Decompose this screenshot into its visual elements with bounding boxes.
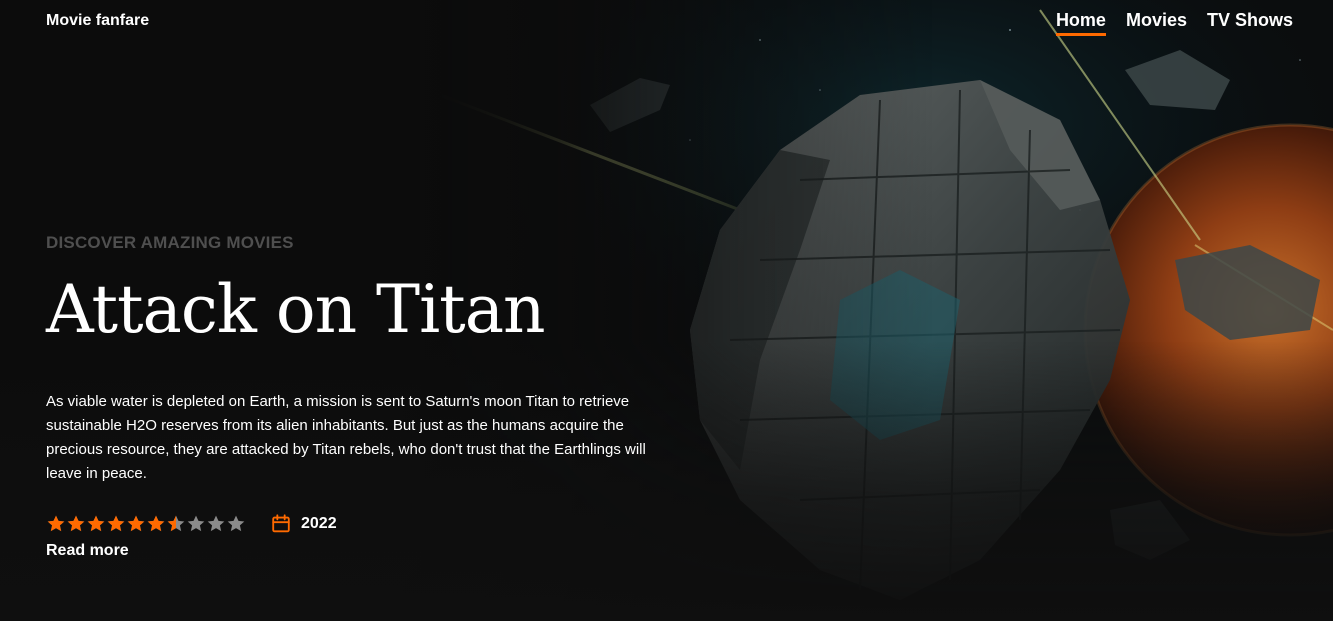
nav-item-home[interactable]: Home xyxy=(1055,10,1106,36)
star-icon xyxy=(126,514,146,534)
star-icon xyxy=(166,514,186,534)
hero-eyebrow: DISCOVER AMAZING MOVIES xyxy=(46,233,294,252)
year-text: 2022 xyxy=(301,515,337,532)
release-year: 2022 xyxy=(270,513,337,535)
movie-description: As viable water is depleted on Earth, a … xyxy=(46,393,646,482)
star-icon xyxy=(146,514,166,534)
movie-meta: 2022 xyxy=(46,512,686,536)
star-icon xyxy=(186,514,206,534)
brand-logo[interactable]: Movie fanfare xyxy=(46,12,149,30)
star-icon xyxy=(66,514,86,534)
star-icon xyxy=(86,514,106,534)
rating-stars xyxy=(46,514,246,534)
read-more-link[interactable]: Read more xyxy=(46,542,129,560)
nav-item-tv-shows[interactable]: TV Shows xyxy=(1207,10,1293,36)
star-icon xyxy=(206,514,226,534)
calendar-icon xyxy=(272,514,290,533)
star-icon xyxy=(106,514,126,534)
top-header: Movie fanfare Home Movies TV Shows xyxy=(0,0,1333,42)
star-icon xyxy=(226,514,246,534)
main-nav: Home Movies TV Shows xyxy=(1055,10,1293,36)
hero-content: DISCOVER AMAZING MOVIES Attack on Titan … xyxy=(46,232,686,560)
nav-item-movies[interactable]: Movies xyxy=(1126,10,1187,36)
movie-title: Attack on Titan xyxy=(46,271,546,348)
star-icon xyxy=(46,514,66,534)
